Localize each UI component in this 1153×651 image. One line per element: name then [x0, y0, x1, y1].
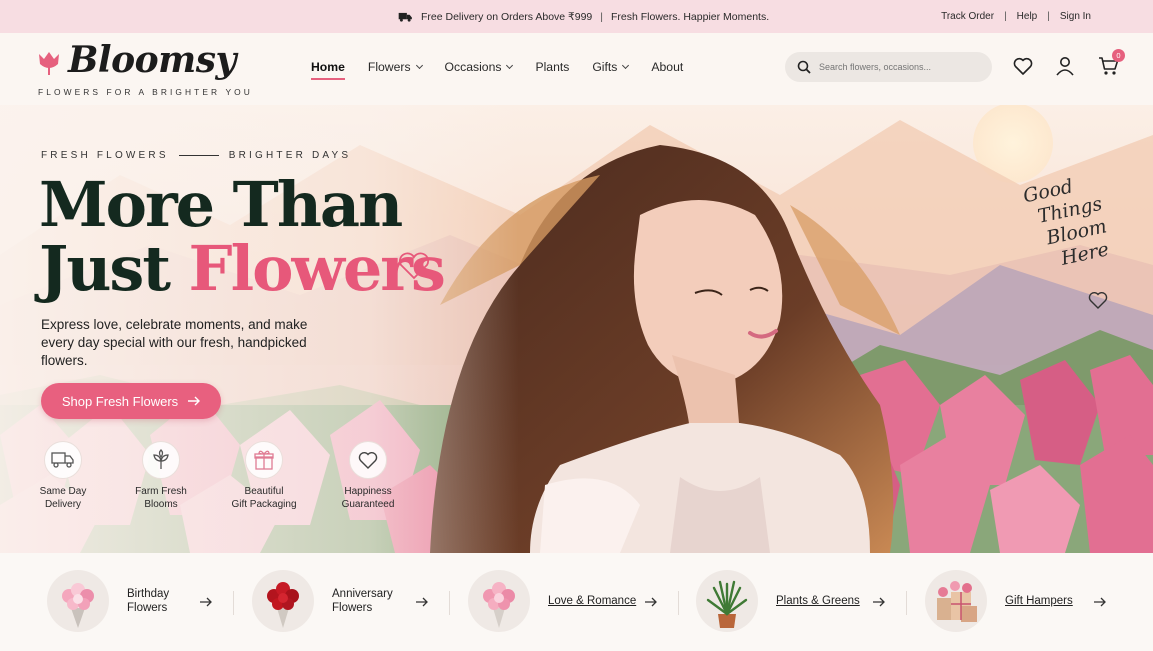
- help-link[interactable]: Help: [1017, 11, 1038, 22]
- chevron-down-icon: [622, 61, 630, 70]
- heart-doodle-icon: [398, 252, 430, 280]
- brand-tagline: FLOWERS FOR A BRIGHTER YOU: [38, 87, 253, 97]
- truck-icon: [398, 12, 412, 22]
- hero-subcopy: Express love, celebrate moments, and mak…: [41, 317, 308, 368]
- hero-title: More Than Just Flowers: [39, 168, 446, 305]
- bouquet-thumbnail: [47, 570, 109, 632]
- cart-button[interactable]: 0: [1098, 49, 1125, 77]
- heart-icon: [358, 452, 378, 469]
- hero-banner: FRESH FLOWERS BRIGHTER DAYS More Than Ju…: [0, 105, 1153, 553]
- search-input[interactable]: [819, 62, 979, 72]
- sprout-icon: [153, 449, 169, 469]
- chevron-down-icon: [415, 61, 423, 70]
- plant-thumbnail: [696, 570, 758, 632]
- feature-happiness-guaranteed: Happiness Guaranteed: [318, 441, 418, 511]
- track-order-link[interactable]: Track Order: [941, 11, 994, 22]
- feature-same-day-delivery: Same Day Delivery: [13, 441, 113, 511]
- arrow-right-icon: [188, 396, 201, 406]
- account-user-icon[interactable]: [1054, 55, 1076, 77]
- arrow-right-icon[interactable]: [873, 597, 885, 607]
- cart-count-badge: 0: [1112, 49, 1125, 62]
- nav-occasions[interactable]: Occasions: [445, 60, 514, 74]
- roses-thumbnail: [252, 570, 314, 632]
- promo-delivery-text: Free Delivery on Orders Above ₹999: [421, 10, 593, 23]
- arrow-right-icon[interactable]: [200, 597, 212, 607]
- feature-gift-packaging: Beautiful Gift Packaging: [214, 441, 314, 511]
- search-icon[interactable]: [797, 60, 811, 74]
- category-birthday-flowers[interactable]: Birthday Flowers: [47, 569, 169, 633]
- promo-message: Free Delivery on Orders Above ₹999 | Fre…: [398, 0, 769, 33]
- hamper-thumbnail: [925, 570, 987, 632]
- tulip-logo-icon: [39, 52, 59, 75]
- nav-home[interactable]: Home: [311, 60, 345, 80]
- nav-gifts[interactable]: Gifts: [592, 60, 630, 74]
- gift-icon: [254, 450, 274, 470]
- brand-name: Bloomsy: [68, 39, 236, 81]
- heart-doodle-icon: [1088, 292, 1108, 309]
- arrow-right-icon[interactable]: [416, 597, 428, 607]
- nav-about[interactable]: About: [651, 60, 683, 74]
- wishlist-heart-icon[interactable]: [1012, 55, 1034, 77]
- site-header: Bloomsy FLOWERS FOR A BRIGHTER YOU Home …: [0, 33, 1153, 105]
- hero-eyebrow: FRESH FLOWERS BRIGHTER DAYS: [41, 150, 352, 161]
- shop-fresh-flowers-button[interactable]: Shop Fresh Flowers: [41, 383, 221, 419]
- category-plants-greens[interactable]: Plants & Greens: [696, 569, 860, 633]
- feature-farm-fresh: Farm Fresh Blooms: [111, 441, 211, 511]
- nav-plants[interactable]: Plants: [535, 60, 569, 74]
- truck-icon: [51, 452, 74, 468]
- chevron-down-icon: [506, 61, 514, 70]
- promo-bar: Free Delivery on Orders Above ₹999 | Fre…: [0, 0, 1153, 33]
- category-love-romance[interactable]: Love & Romance: [468, 569, 636, 633]
- main-nav: Home Flowers Occasions Plants Gifts Abou…: [311, 33, 706, 101]
- nav-flowers[interactable]: Flowers: [368, 60, 423, 74]
- category-gift-hampers[interactable]: Gift Hampers: [925, 569, 1073, 633]
- promo-tagline: Fresh Flowers. Happier Moments.: [611, 10, 770, 23]
- category-anniversary-flowers[interactable]: Anniversary Flowers: [252, 569, 393, 633]
- arrow-right-icon[interactable]: [645, 597, 657, 607]
- pink-bouquet-thumbnail: [468, 570, 530, 632]
- utility-links: Track Order | Help | Sign In: [941, 11, 1091, 22]
- arrow-right-icon[interactable]: [1094, 597, 1106, 607]
- search-bar[interactable]: [785, 52, 992, 82]
- sign-in-link[interactable]: Sign In: [1060, 11, 1091, 22]
- brand-logo[interactable]: Bloomsy FLOWERS FOR A BRIGHTER YOU: [36, 39, 250, 99]
- category-strip: Birthday Flowers Anniversary Flowers Lov…: [0, 553, 1153, 651]
